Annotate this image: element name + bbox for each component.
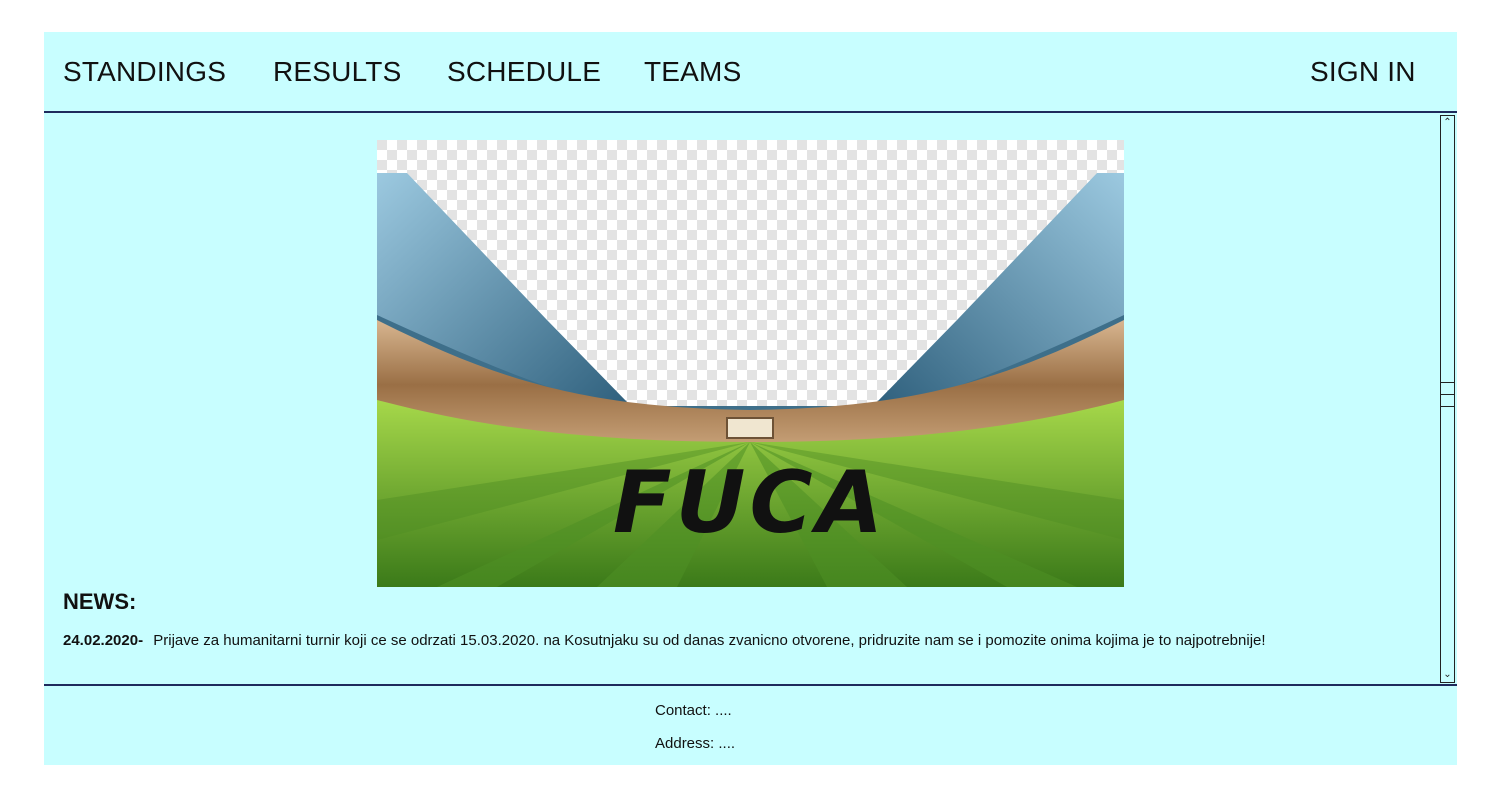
main-content: FUCA NEWS: 24.02.2020- Prijave za humani… [44, 113, 1457, 684]
news-item: 24.02.2020- Prijave za humanitarni turni… [63, 632, 1266, 649]
top-navigation: STANDINGS RESULTS SCHEDULE TEAMS SIGN IN [44, 32, 1457, 113]
chevron-up-icon[interactable]: ⌃ [1441, 116, 1454, 130]
nav-standings[interactable]: STANDINGS [63, 56, 226, 88]
stadium-image: FUCA [377, 140, 1124, 587]
nav-schedule[interactable]: SCHEDULE [447, 56, 601, 88]
page-footer: Contact: .... Address: .... [44, 684, 1457, 765]
nav-teams[interactable]: TEAMS [644, 56, 741, 88]
scroll-thumb[interactable] [1441, 382, 1454, 412]
nav-results[interactable]: RESULTS [273, 56, 401, 88]
content-scrollbar[interactable]: ⌃ ⌄ [1440, 115, 1455, 683]
footer-address: Address: .... [655, 735, 736, 752]
news-date: 24.02.2020- [63, 632, 144, 649]
page-frame: STANDINGS RESULTS SCHEDULE TEAMS SIGN IN [44, 32, 1457, 765]
news-heading: NEWS: [63, 589, 137, 614]
stadium-banner: FUCA [377, 140, 1124, 587]
sign-in-link[interactable]: SIGN IN [1310, 56, 1416, 88]
news-text: Prijave za humanitarni turnir koji ce se… [153, 632, 1266, 649]
footer-contact: Contact: .... [655, 702, 732, 719]
chevron-down-icon[interactable]: ⌄ [1441, 668, 1454, 682]
fuca-logo-text: FUCA [613, 453, 887, 553]
